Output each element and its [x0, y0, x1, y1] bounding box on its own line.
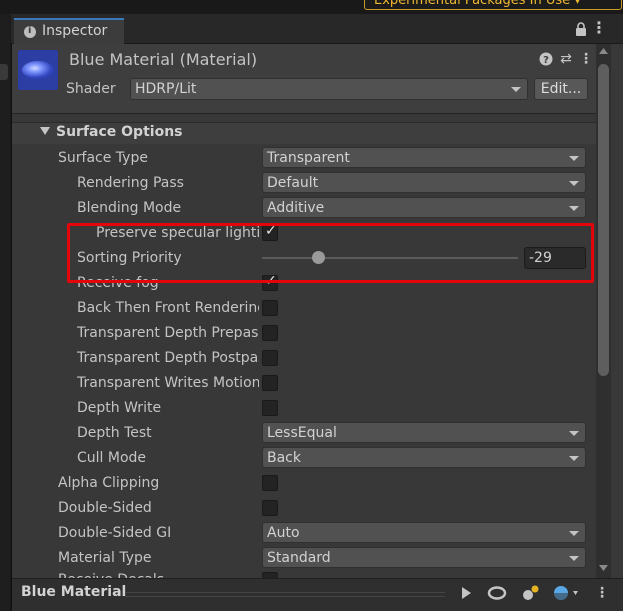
sorting-priority-slider-thumb[interactable]	[311, 251, 325, 264]
scrollbar-thumb[interactable]	[598, 64, 609, 376]
sorting-priority-slider-track[interactable]	[262, 257, 518, 259]
material-type-dropdown[interactable]: Standard	[262, 547, 586, 568]
section-title: Surface Options	[56, 124, 183, 140]
double-sided-checkbox[interactable]	[262, 500, 278, 516]
material-title: Blue Material (Material)	[69, 50, 258, 69]
chevron-down-icon	[569, 431, 579, 436]
preview-menu-icon[interactable]: ⋮	[595, 583, 609, 603]
double-sided-label: Double-Sided	[58, 500, 152, 516]
preview-drag-handle[interactable]	[125, 592, 445, 593]
cull-mode-dropdown[interactable]: Back	[262, 447, 586, 468]
tab-inspector[interactable]: Inspector	[14, 18, 124, 44]
chevron-down-icon	[569, 531, 579, 536]
chevron-down-icon	[569, 206, 579, 211]
play-icon[interactable]	[456, 583, 476, 603]
blending-mode-label: Blending Mode	[77, 200, 182, 216]
blending-mode-dropdown[interactable]: Additive	[262, 197, 586, 218]
experimental-packages-badge[interactable]: Experimental Packages In Use ▾	[364, 0, 622, 10]
chevron-down-icon	[569, 181, 579, 186]
tab-label: Inspector	[42, 23, 108, 39]
help-icon[interactable]: ?	[538, 51, 554, 67]
material-preview-thumbnail	[18, 50, 58, 90]
checkmark-icon: ✓	[265, 273, 277, 289]
scroll-up-icon[interactable]	[598, 46, 609, 56]
rendering-pass-dropdown[interactable]: Default	[262, 172, 586, 193]
preset-settings-icon[interactable]: ⇄	[558, 51, 574, 67]
transparent-writes-motion-label: Transparent Writes Motion Vectors	[77, 375, 259, 391]
preview-mesh-icon[interactable]	[487, 583, 507, 603]
info-icon	[24, 25, 36, 38]
transparent-depth-postpass-checkbox[interactable]	[262, 350, 278, 366]
preserve-specular-label: Preserve specular lighting	[96, 225, 260, 241]
surface-type-value: Transparent	[267, 150, 350, 166]
preserve-specular-checkbox[interactable]: ✓	[262, 223, 278, 241]
shader-label: Shader	[66, 81, 116, 97]
chevron-down-icon	[511, 87, 521, 92]
sorting-priority-field[interactable]: -29	[524, 247, 586, 269]
back-then-front-label: Back Then Front Rendering	[77, 300, 259, 316]
sorting-priority-label: Sorting Priority	[77, 250, 182, 266]
blending-mode-value: Additive	[267, 200, 325, 216]
double-sided-gi-value: Auto	[267, 525, 300, 541]
rendering-pass-label: Rendering Pass	[77, 175, 184, 191]
cull-mode-label: Cull Mode	[77, 450, 147, 466]
chevron-down-icon	[569, 156, 579, 161]
left-panel-handle[interactable]	[0, 64, 8, 80]
double-sided-gi-dropdown[interactable]: Auto	[262, 522, 586, 543]
edit-shader-button[interactable]: Edit...	[534, 78, 588, 100]
depth-write-label: Depth Write	[77, 400, 162, 416]
checkmark-icon: ✓	[265, 223, 277, 239]
chevron-down-icon	[569, 456, 579, 461]
double-sided-gi-label: Double-Sided GI	[58, 525, 172, 541]
material-type-label: Material Type	[58, 550, 152, 566]
scroll-down-icon[interactable]	[598, 563, 609, 573]
surface-type-dropdown[interactable]: Transparent	[262, 147, 586, 168]
depth-test-value: LessEqual	[267, 425, 337, 441]
transparent-depth-postpass-label: Transparent Depth Postpass	[77, 350, 259, 366]
depth-test-dropdown[interactable]: LessEqual	[262, 422, 586, 443]
foldout-arrow-icon[interactable]	[40, 127, 50, 135]
surface-type-label: Surface Type	[58, 150, 148, 166]
transparent-writes-motion-checkbox[interactable]	[262, 375, 278, 391]
depth-test-label: Depth Test	[77, 425, 152, 441]
transparent-depth-prepass-checkbox[interactable]	[262, 325, 278, 341]
alpha-clipping-checkbox[interactable]	[262, 475, 278, 491]
transparent-depth-prepass-label: Transparent Depth Prepass	[77, 325, 259, 341]
cull-mode-value: Back	[267, 450, 301, 466]
help-glyph: ?	[543, 55, 549, 66]
alpha-clipping-label: Alpha Clipping	[58, 475, 160, 491]
material-type-value: Standard	[267, 550, 331, 566]
rendering-pass-value: Default	[267, 175, 319, 191]
left-panel-edge	[0, 14, 10, 611]
header-menu-icon[interactable]: ⋮	[578, 51, 594, 67]
preview-title: Blue Material	[21, 584, 127, 600]
shader-dropdown[interactable]: HDRP/Lit	[130, 78, 528, 100]
lighting-icon[interactable]	[521, 583, 541, 603]
chevron-down-icon	[569, 556, 579, 561]
depth-write-checkbox[interactable]	[262, 400, 278, 416]
receive-fog-label: Receive fog	[77, 275, 159, 291]
preview-sphere	[22, 61, 54, 79]
back-then-front-checkbox[interactable]	[262, 300, 278, 316]
preview-shape-dropdown[interactable]	[551, 583, 583, 603]
tab-menu-icon[interactable]: ⋮	[591, 20, 607, 38]
lock-icon[interactable]	[575, 22, 587, 36]
receive-fog-checkbox[interactable]: ✓	[262, 273, 278, 291]
shader-value: HDRP/Lit	[135, 81, 197, 97]
